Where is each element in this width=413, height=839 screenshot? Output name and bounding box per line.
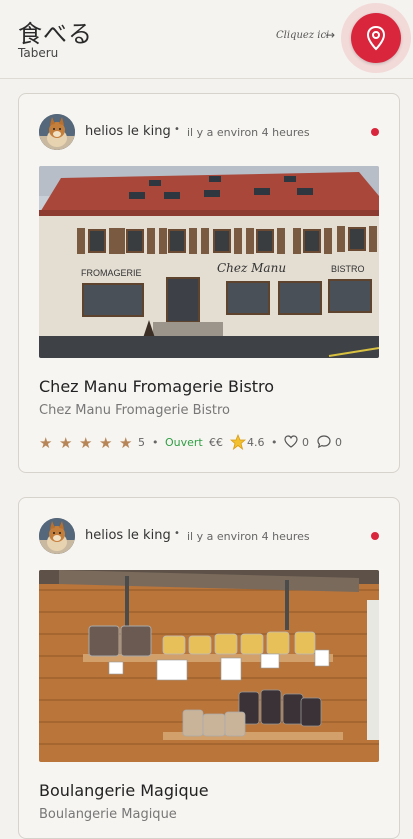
sign-bistro: BISTRO xyxy=(331,264,365,274)
app-title: 食べる xyxy=(18,20,93,48)
sign-chez-manu: Chez Manu xyxy=(217,261,286,275)
rating-star-icon: ★ xyxy=(79,434,93,452)
app-subtitle: Taberu xyxy=(18,46,59,60)
avatar-image xyxy=(39,114,75,150)
post-card[interactable]: helios le king • il y a environ 4 heures xyxy=(18,93,400,473)
status-dot xyxy=(371,128,379,136)
separator-dot: • xyxy=(174,124,180,135)
map-button[interactable] xyxy=(351,13,401,63)
score-value: 4.6 xyxy=(247,436,265,449)
post-author[interactable]: helios le king xyxy=(85,124,171,139)
comment-count: 0 xyxy=(335,436,342,449)
post-time: il y a environ 4 heures xyxy=(187,530,310,543)
avatar[interactable] xyxy=(39,518,75,554)
post-card[interactable]: helios le king • il y a environ 4 heures xyxy=(18,497,400,839)
restaurant-photo-image xyxy=(39,570,379,762)
restaurant-photo[interactable] xyxy=(39,570,379,762)
status-dot xyxy=(371,532,379,540)
restaurant-photo-image: FROMAGERIE Chez Manu BISTRO xyxy=(39,166,379,358)
rating-star-icon: ★ xyxy=(119,434,133,452)
post-subtitle: Chez Manu Fromagerie Bistro xyxy=(39,403,230,418)
like-count: 0 xyxy=(302,436,309,449)
star-emoji-icon xyxy=(229,433,247,453)
post-meta: ★ ★ ★ ★ ★ 5 • Ouvert €€ 4.6 • 0 0 xyxy=(39,433,379,454)
map-pin-icon xyxy=(366,25,386,51)
app-header: 食べる Taberu Cliquez ici → xyxy=(0,0,413,79)
arrow-right-icon: → xyxy=(325,28,336,42)
rating-star-icon: ★ xyxy=(99,434,113,452)
map-hint-text: Cliquez ici xyxy=(276,30,330,41)
comment-icon[interactable] xyxy=(317,435,331,451)
avatar-image xyxy=(39,518,75,554)
post-author[interactable]: helios le king xyxy=(85,528,171,543)
post-title[interactable]: Boulangerie Magique xyxy=(39,781,209,800)
post-time: il y a environ 4 heures xyxy=(187,126,310,139)
separator-dot: • xyxy=(271,436,278,449)
post-title[interactable]: Chez Manu Fromagerie Bistro xyxy=(39,377,274,396)
heart-icon[interactable] xyxy=(284,435,298,451)
avatar[interactable] xyxy=(39,114,75,150)
restaurant-photo[interactable]: FROMAGERIE Chez Manu BISTRO xyxy=(39,166,379,358)
price-level: €€ xyxy=(209,436,223,449)
sign-fromagerie: FROMAGERIE xyxy=(81,268,142,278)
separator-dot: • xyxy=(174,528,180,539)
separator-dot: • xyxy=(152,436,159,449)
rating-value: 5 xyxy=(138,436,145,449)
rating-star-icon: ★ xyxy=(59,434,73,452)
rating-star-icon: ★ xyxy=(39,434,53,452)
open-status: Ouvert xyxy=(165,436,203,449)
